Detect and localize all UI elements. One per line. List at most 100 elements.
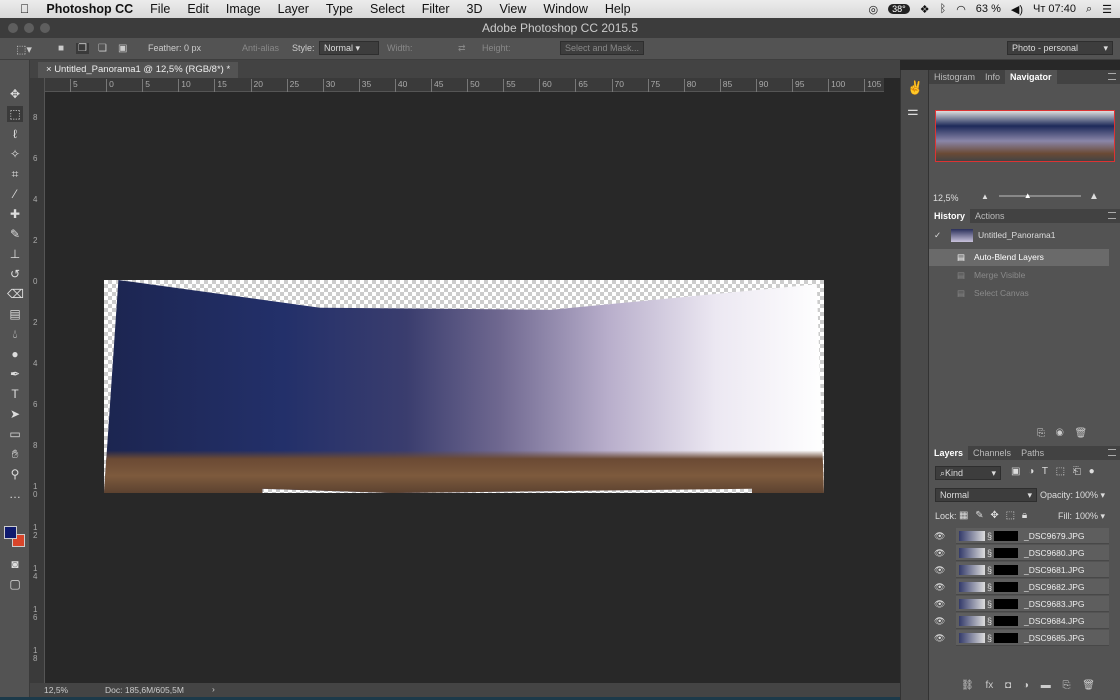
history-brush-icon[interactable]: ↺ — [7, 266, 23, 282]
blend-mode-select[interactable]: Normal ▾ — [935, 488, 1037, 502]
fill-input[interactable]: 100% ▾ — [1075, 511, 1105, 522]
volume-icon[interactable]: ◀) — [1011, 3, 1023, 16]
filter-shape-icon[interactable]: ⬚ — [1056, 466, 1065, 477]
zoom-slider[interactable]: ▲ — [999, 192, 1081, 200]
bluetooth-icon[interactable]: ᛒ — [940, 3, 947, 15]
layer-row[interactable]: 👁︎ § _DSC9681.JPG — [934, 562, 1109, 578]
type-tool-icon[interactable]: T — [7, 386, 23, 402]
history-brush-panel-icon[interactable]: ✌ — [907, 80, 923, 96]
new-group-icon[interactable]: ▬ — [1041, 680, 1051, 691]
document-tab[interactable]: × Untitled_Panorama1 @ 12,5% (RGB/8*) * — [38, 62, 239, 78]
brush-tool-icon[interactable]: ✎ — [7, 226, 23, 242]
eyedropper-icon[interactable]: ⁄ — [7, 186, 23, 202]
opacity-input[interactable]: 100% ▾ — [1075, 490, 1105, 501]
layer-mask-thumbnail[interactable] — [994, 633, 1018, 643]
menu-image[interactable]: Image — [226, 2, 261, 16]
adjustment-layer-icon[interactable]: ◑ — [1023, 680, 1029, 691]
select-and-mask-button[interactable]: Select and Mask... — [560, 41, 645, 55]
magic-wand-icon[interactable]: ✧ — [7, 146, 23, 162]
feather-input[interactable]: 0 px — [184, 43, 201, 53]
subtract-selection-icon[interactable]: ❏ — [98, 43, 107, 54]
add-selection-icon[interactable]: ❐ — [76, 43, 89, 54]
history-step[interactable]: ▤ Auto-Blend Layers — [929, 249, 1109, 266]
menu-view[interactable]: View — [500, 2, 527, 16]
lasso-tool-icon[interactable]: ℓ — [7, 126, 23, 142]
history-step[interactable]: ▤ Select Canvas — [929, 285, 1109, 302]
zoom-button[interactable] — [40, 23, 50, 33]
intersect-selection-icon[interactable]: ▣ — [118, 43, 127, 54]
navigator-preview[interactable] — [935, 110, 1115, 162]
visibility-eye-icon[interactable]: 👁︎ — [934, 528, 945, 544]
menu-edit[interactable]: Edit — [187, 2, 209, 16]
battery-text[interactable]: 63 % — [976, 3, 1001, 15]
tab-channels[interactable]: Channels — [968, 446, 1016, 460]
filter-toggle-icon[interactable]: ● — [1089, 466, 1095, 477]
marquee-tool-icon[interactable]: ⬚ — [7, 106, 23, 122]
mask-link-icon[interactable]: § — [987, 630, 992, 646]
panorama-image[interactable] — [104, 280, 824, 493]
menu-3d[interactable]: 3D — [467, 2, 483, 16]
blur-tool-icon[interactable]: 💧︎ — [7, 326, 23, 342]
search-icon[interactable]: ⌕ — [1086, 3, 1092, 16]
layer-mask-thumbnail[interactable] — [994, 582, 1018, 592]
delete-layer-icon[interactable]: 🗑︎ — [1082, 680, 1095, 691]
menu-layer[interactable]: Layer — [278, 2, 309, 16]
wifi-icon[interactable]: ◠ — [956, 3, 966, 16]
mask-link-icon[interactable]: § — [987, 562, 992, 578]
gradient-tool-icon[interactable]: ▤ — [7, 306, 23, 322]
link-layers-icon[interactable]: ⛓︎ — [961, 680, 974, 691]
mask-link-icon[interactable]: § — [987, 596, 992, 612]
clock[interactable]: Чт 07:40 — [1033, 3, 1076, 15]
apple-icon[interactable]:  — [20, 2, 29, 16]
zoom-in-icon[interactable]: ▲ — [1089, 191, 1099, 202]
panel-menu-icon[interactable] — [1108, 212, 1116, 219]
visibility-eye-icon[interactable]: 👁︎ — [934, 579, 945, 595]
list-icon[interactable]: ☰ — [1102, 3, 1112, 16]
menu-filter[interactable]: Filter — [422, 2, 450, 16]
mask-link-icon[interactable]: § — [987, 528, 992, 544]
cc-icon[interactable]: ◎ — [868, 3, 878, 16]
style-select[interactable]: Normal ▾ — [319, 41, 379, 55]
hand-tool-icon[interactable]: ✋︎ — [7, 446, 23, 462]
more-tools-icon[interactable]: … — [7, 486, 23, 502]
close-button[interactable] — [8, 23, 18, 33]
panel-menu-icon[interactable] — [1108, 73, 1116, 80]
panel-menu-icon[interactable] — [1108, 449, 1116, 456]
lock-all-icon[interactable]: 🔒︎ — [1022, 510, 1027, 521]
tab-histogram[interactable]: Histogram — [929, 70, 980, 84]
menu-select[interactable]: Select — [370, 2, 405, 16]
navigator-zoom[interactable]: 12,5% — [933, 193, 959, 203]
layer-row[interactable]: 👁︎ § _DSC9684.JPG — [934, 613, 1109, 629]
new-document-from-state-icon[interactable]: ⎘ — [1037, 428, 1045, 439]
visibility-eye-icon[interactable]: 👁︎ — [934, 562, 945, 578]
tab-info[interactable]: Info — [980, 70, 1005, 84]
antialias-checkbox[interactable]: Anti-alias — [242, 43, 279, 53]
close-tab-icon[interactable]: × — [46, 64, 54, 75]
filter-smart-object-icon[interactable]: ⎗ — [1073, 466, 1081, 477]
history-snapshot[interactable]: ✓ Untitled_Panorama1 — [929, 227, 1109, 244]
rectangle-tool-icon[interactable]: ▭ — [7, 426, 23, 442]
screen-mode-icon[interactable]: ▢ — [7, 576, 23, 592]
mask-link-icon[interactable]: § — [987, 579, 992, 595]
adjustments-panel-icon[interactable]: ⚌ — [907, 103, 919, 119]
status-menu-arrow-icon[interactable]: › — [212, 684, 215, 694]
history-step[interactable]: ▤ Merge Visible — [929, 267, 1109, 284]
menu-window[interactable]: Window — [543, 2, 587, 16]
mask-link-icon[interactable]: § — [987, 545, 992, 561]
lock-artboard-icon[interactable]: ⬚ — [1006, 510, 1015, 521]
filter-type-icon[interactable]: T — [1042, 466, 1048, 477]
dropbox-icon[interactable]: ❖ — [920, 3, 930, 16]
fx-icon[interactable]: fx — [985, 680, 993, 691]
menu-file[interactable]: File — [150, 2, 170, 16]
layer-row[interactable]: 👁︎ § _DSC9682.JPG — [934, 579, 1109, 595]
zoom-slider-thumb[interactable]: ▲ — [1024, 192, 1032, 200]
new-layer-icon[interactable]: ⎘ — [1062, 680, 1070, 691]
visibility-eye-icon[interactable]: 👁︎ — [934, 545, 945, 561]
layer-mask-thumbnail[interactable] — [994, 565, 1018, 575]
workspace-select[interactable]: Photo - personal ▾ — [1007, 41, 1113, 55]
filter-pixel-icon[interactable]: ▣ — [1011, 466, 1020, 477]
zoom-out-icon[interactable]: ▲ — [981, 192, 989, 201]
clone-stamp-icon[interactable]: ⊥ — [7, 246, 23, 262]
layer-row[interactable]: 👁︎ § _DSC9679.JPG — [934, 528, 1109, 544]
layer-mask-thumbnail[interactable] — [994, 616, 1018, 626]
